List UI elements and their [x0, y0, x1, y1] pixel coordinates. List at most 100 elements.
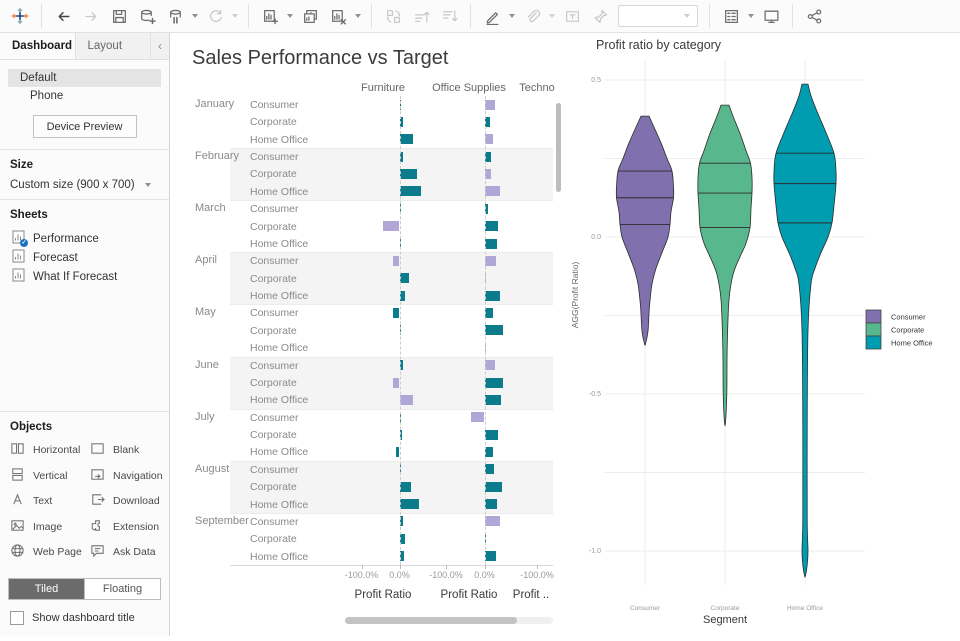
bar-mark[interactable]	[485, 256, 497, 266]
share-button[interactable]	[802, 4, 826, 28]
sheet-item-forecast[interactable]: Forecast	[10, 248, 159, 267]
violin-mark-corporate[interactable]	[698, 105, 752, 426]
object-item-image[interactable]: Image	[10, 518, 90, 536]
object-item-extension[interactable]: Extension	[90, 518, 163, 536]
new-sheet-caret-icon[interactable]	[287, 14, 293, 18]
axis-tick[interactable]	[446, 565, 447, 569]
highlight-button[interactable]	[480, 4, 504, 28]
bar-mark[interactable]	[485, 464, 495, 474]
bar-mark[interactable]	[471, 412, 485, 422]
tab-layout[interactable]: Layout	[76, 33, 152, 59]
undo-button[interactable]	[51, 4, 75, 28]
bar-mark[interactable]	[485, 482, 502, 492]
bar-mark[interactable]	[485, 186, 500, 196]
swap-rows-and-columns-button[interactable]	[381, 4, 405, 28]
axis-tick[interactable]	[400, 565, 401, 569]
object-item-horizontal[interactable]: Horizontal	[10, 441, 90, 459]
bar-mark[interactable]	[485, 308, 493, 318]
device-preview-button[interactable]: Device Preview	[33, 115, 137, 138]
axis-line[interactable]	[230, 565, 553, 566]
bar-mark[interactable]	[393, 378, 400, 388]
show-mark-labels-button[interactable]	[560, 4, 584, 28]
show-cards-button[interactable]	[719, 4, 743, 28]
legend-swatch[interactable]	[866, 336, 881, 349]
bar-mark[interactable]	[485, 360, 495, 370]
object-item-text[interactable]: Text	[10, 492, 90, 510]
size-dropdown[interactable]: Custom size (900 x 700)	[10, 179, 159, 191]
legend-swatch[interactable]	[866, 323, 881, 336]
object-item-ask-data[interactable]: Ask Data	[90, 543, 163, 561]
month-separator[interactable]	[230, 461, 553, 462]
highlight-caret-icon[interactable]	[509, 14, 515, 18]
save-button[interactable]	[107, 4, 131, 28]
bar-mark[interactable]	[485, 325, 503, 335]
zero-reference-line[interactable]	[485, 96, 486, 565]
bar-mark[interactable]	[393, 256, 400, 266]
horizontal-scrollbar-thumb[interactable]	[345, 617, 517, 624]
sheet-item-what-if-forecast[interactable]: What If Forecast	[10, 267, 159, 286]
pause-auto-updates-button[interactable]	[163, 4, 187, 28]
group-caret-icon[interactable]	[549, 14, 555, 18]
sort-descending-button[interactable]	[437, 4, 461, 28]
tiled-button[interactable]: Tiled	[9, 579, 84, 599]
violin-mark-home-office[interactable]	[774, 84, 836, 577]
bar-mark[interactable]	[400, 395, 414, 405]
object-item-vertical[interactable]: Vertical	[10, 467, 90, 485]
bar-mark[interactable]	[485, 447, 493, 457]
axis-tick[interactable]	[362, 565, 363, 569]
bar-mark[interactable]	[485, 551, 497, 561]
bar-mark[interactable]	[400, 134, 414, 144]
object-item-web-page[interactable]: Web Page	[10, 543, 90, 561]
bar-mark[interactable]	[485, 239, 498, 249]
month-separator[interactable]	[230, 252, 553, 253]
month-separator[interactable]	[230, 357, 553, 358]
fix-axes-button[interactable]	[588, 4, 612, 28]
tab-dashboard[interactable]: Dashboard	[0, 33, 76, 59]
bar-mark[interactable]	[383, 221, 399, 231]
zero-reference-line[interactable]	[400, 96, 401, 565]
floating-button[interactable]: Floating	[84, 579, 160, 599]
vertical-scrollbar[interactable]	[556, 103, 561, 192]
violin-mark-consumer[interactable]	[616, 116, 673, 345]
legend-swatch[interactable]	[866, 310, 881, 323]
new-dashboard-button[interactable]	[298, 4, 322, 28]
bar-mark[interactable]	[485, 499, 497, 509]
bar-mark[interactable]	[400, 499, 419, 509]
axis-tick[interactable]	[485, 565, 486, 569]
collapse-pane-icon[interactable]: ‹	[151, 33, 169, 59]
group-members-button[interactable]	[520, 4, 544, 28]
month-separator[interactable]	[230, 200, 553, 201]
new-worksheet-button[interactable]	[258, 4, 282, 28]
clear-sheet-caret-icon[interactable]	[355, 14, 361, 18]
month-separator[interactable]	[230, 304, 553, 305]
bar-mark[interactable]	[400, 273, 409, 283]
bar-mark[interactable]	[485, 395, 501, 405]
bar-mark[interactable]	[400, 186, 421, 196]
bar-mark[interactable]	[485, 134, 493, 144]
run-auto-updates-button[interactable]	[203, 4, 227, 28]
month-separator[interactable]	[230, 409, 553, 410]
axis-tick[interactable]	[537, 565, 538, 569]
device-item-default[interactable]: Default	[8, 69, 161, 87]
show-dashboard-title-checkbox[interactable]	[10, 611, 24, 625]
object-item-navigation[interactable]: Navigation	[90, 467, 163, 485]
fit-dropdown[interactable]	[618, 5, 698, 27]
bar-mark[interactable]	[400, 482, 411, 492]
pause-updates-caret-icon[interactable]	[192, 14, 198, 18]
device-item-phone[interactable]: Phone	[8, 87, 161, 105]
bar-mark[interactable]	[485, 378, 503, 388]
object-item-blank[interactable]: Blank	[90, 441, 163, 459]
sort-ascending-button[interactable]	[409, 4, 433, 28]
month-separator[interactable]	[230, 513, 553, 514]
object-item-download[interactable]: Download	[90, 492, 163, 510]
bar-mark[interactable]	[485, 516, 500, 526]
presentation-mode-button[interactable]	[759, 4, 783, 28]
bar-mark[interactable]	[485, 221, 499, 231]
month-separator[interactable]	[230, 148, 553, 149]
redo-button[interactable]	[79, 4, 103, 28]
run-updates-caret-icon[interactable]	[232, 14, 238, 18]
bar-mark[interactable]	[400, 169, 417, 179]
show-cards-caret-icon[interactable]	[748, 14, 754, 18]
sheet-item-performance[interactable]: ✓Performance	[10, 229, 159, 248]
clear-sheet-button[interactable]	[326, 4, 350, 28]
